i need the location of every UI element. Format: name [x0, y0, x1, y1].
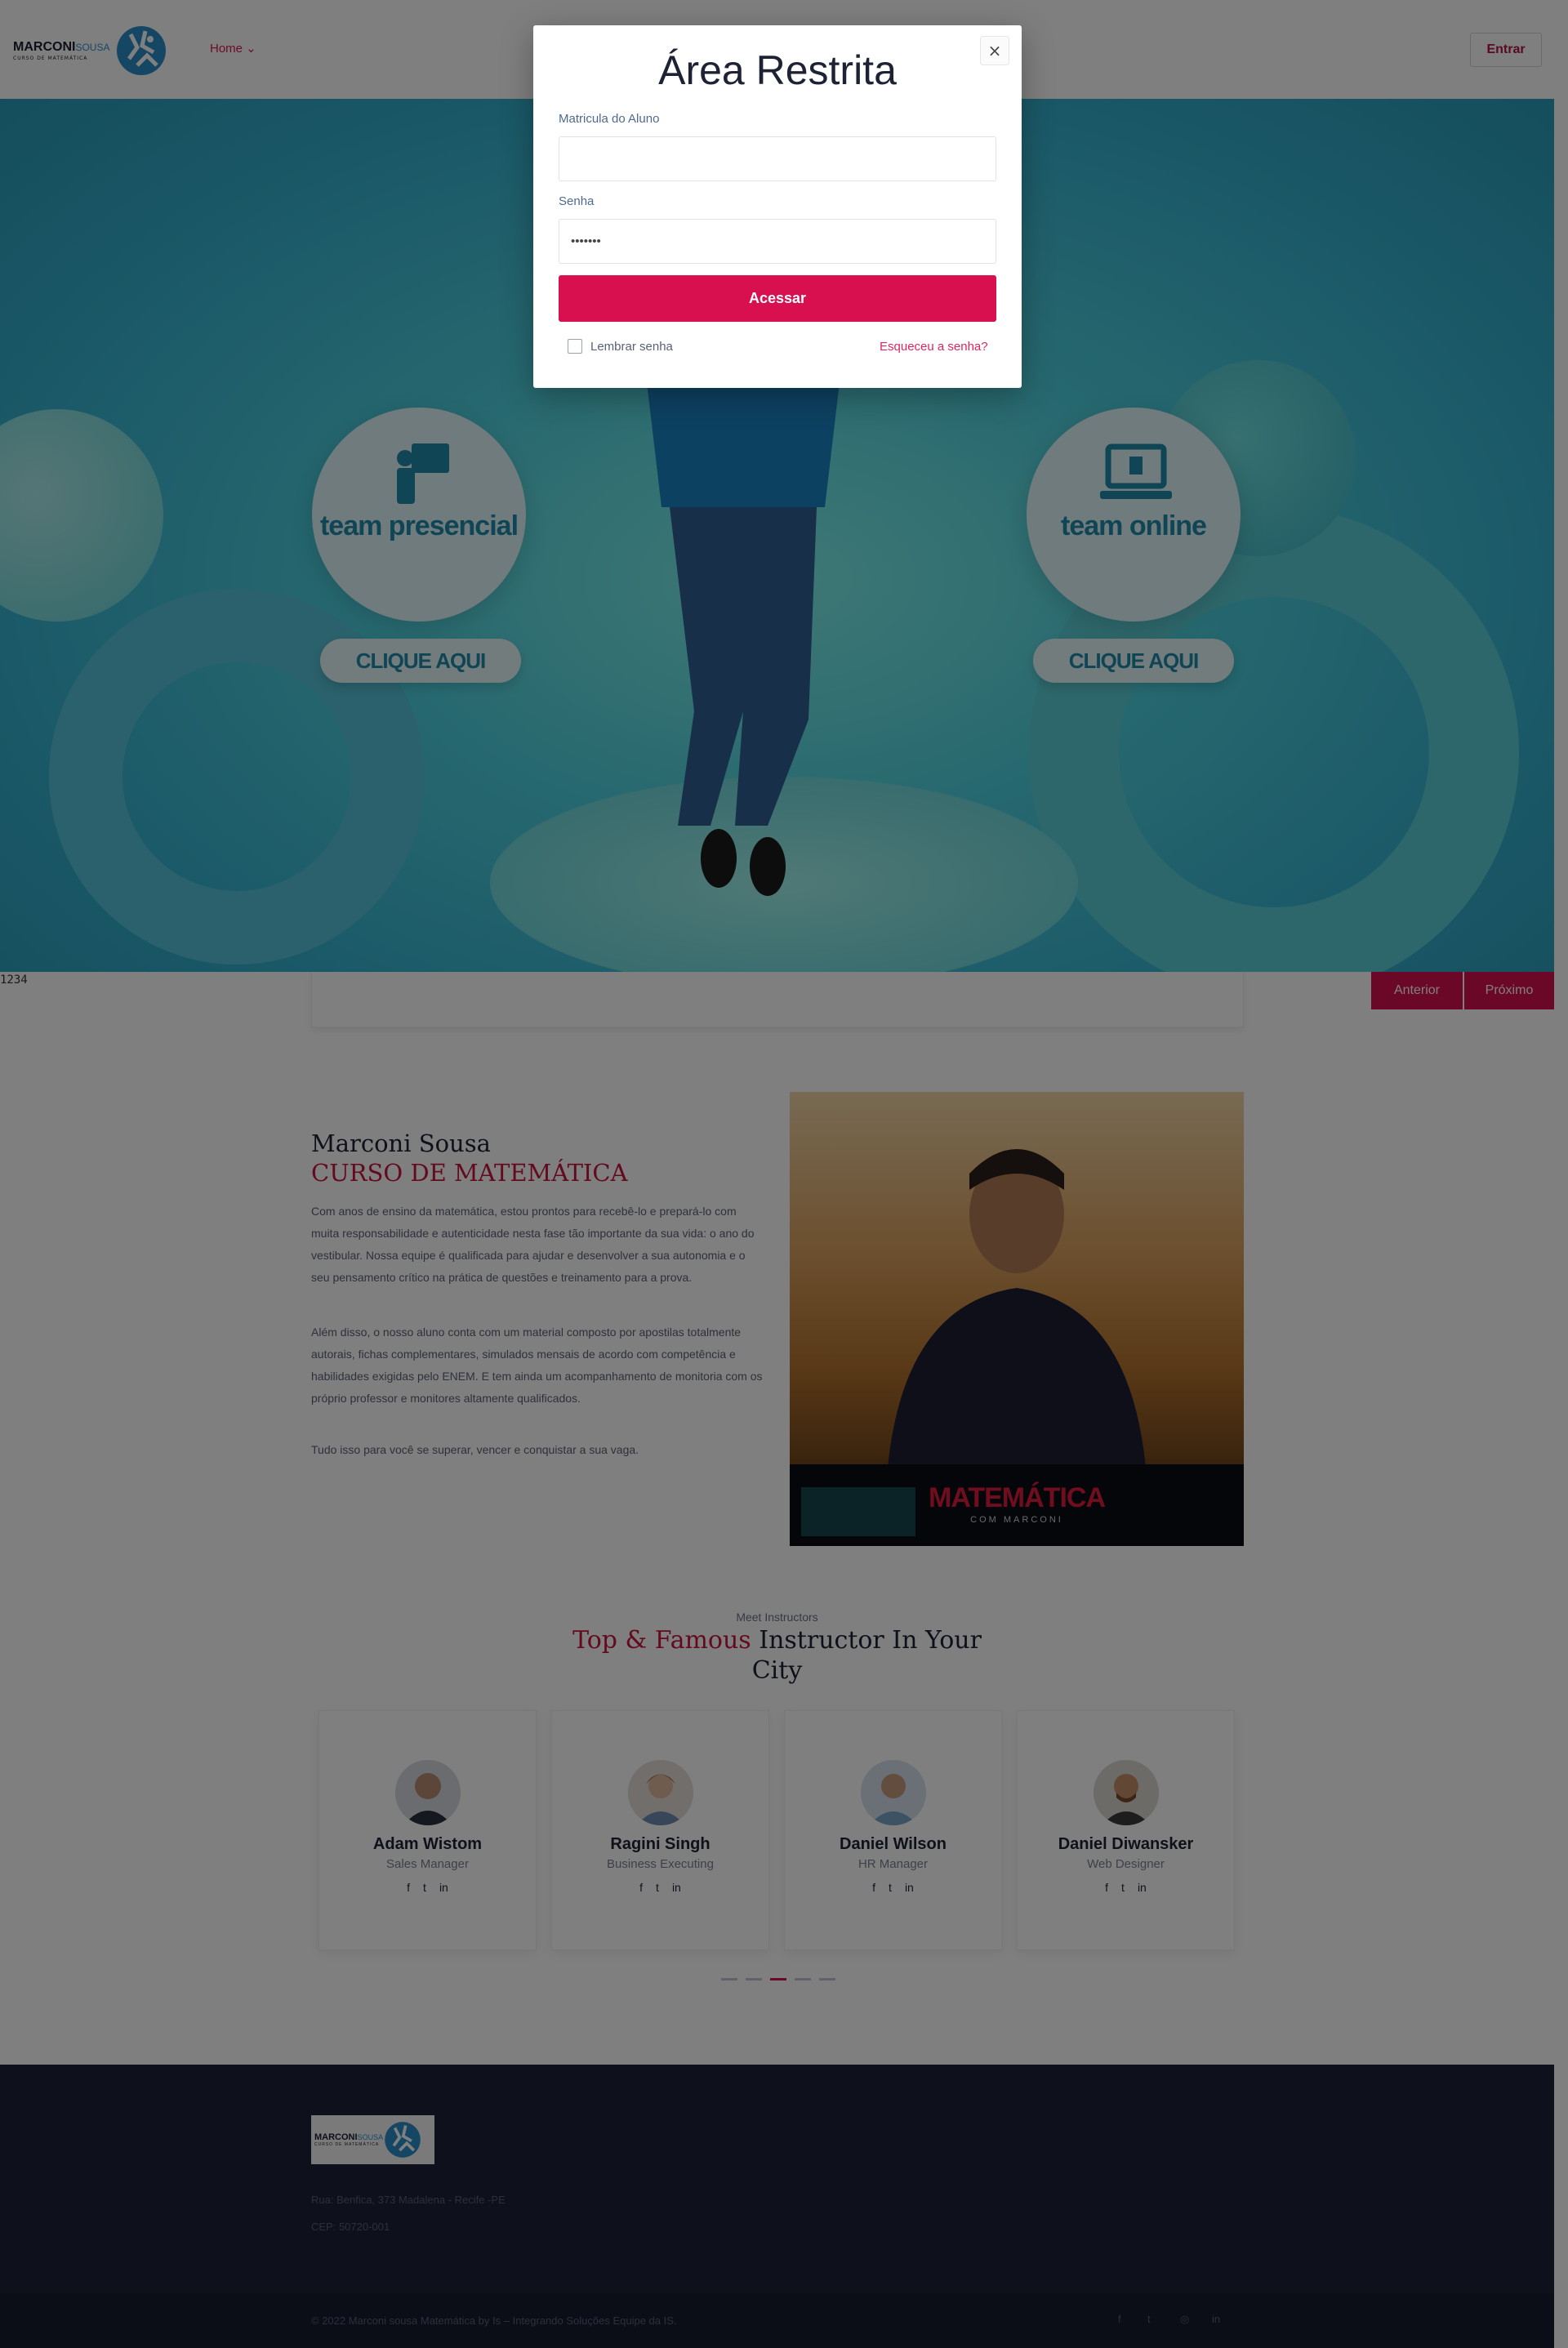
modal-title: Área Restrita	[658, 47, 897, 93]
acessar-button[interactable]: Acessar	[559, 275, 996, 322]
remember-label: Lembrar senha	[590, 339, 673, 354]
matricula-input[interactable]	[559, 136, 996, 181]
senha-label: Senha	[559, 194, 595, 208]
remember-password[interactable]: Lembrar senha	[568, 339, 673, 354]
login-modal: Área Restrita × Matricula do Aluno Senha…	[533, 25, 1022, 388]
matricula-label: Matricula do Aluno	[559, 112, 660, 126]
forgot-password-link[interactable]: Esqueceu a senha?	[880, 340, 988, 354]
close-icon[interactable]: ×	[980, 36, 1009, 65]
remember-checkbox[interactable]	[568, 339, 582, 354]
senha-input[interactable]	[559, 219, 996, 264]
